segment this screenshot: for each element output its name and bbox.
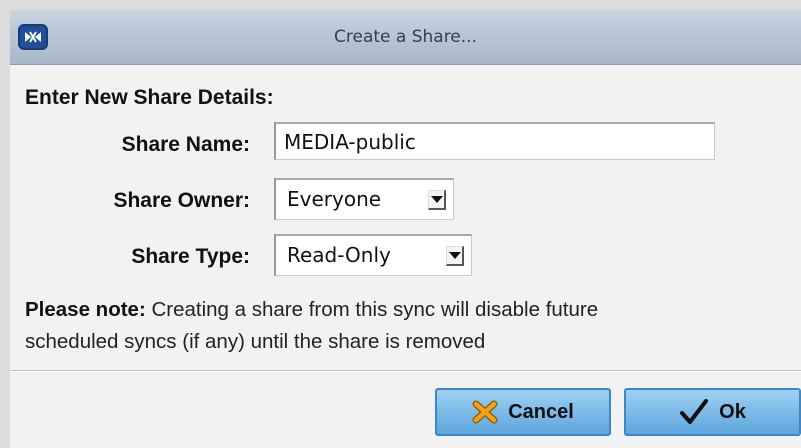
share-type-label: Share Type:: [131, 245, 250, 268]
x-cross-icon: [472, 400, 498, 424]
share-owner-label: Share Owner:: [113, 189, 250, 212]
share-type-select[interactable]: Read-Only: [274, 234, 472, 276]
note-line1: Creating a share from this sync will dis…: [145, 298, 599, 321]
divider: [10, 370, 801, 372]
share-name-input[interactable]: [274, 122, 715, 160]
chevron-down-icon[interactable]: [428, 190, 446, 210]
chevron-down-icon[interactable]: [446, 246, 464, 266]
form-heading: Enter New Share Details:: [25, 86, 274, 109]
note-line2: scheduled syncs (if any) until the share…: [25, 330, 486, 353]
ok-label: Ok: [719, 400, 746, 423]
share-name-label: Share Name:: [121, 133, 250, 156]
note-text: Please note: Creating a share from this …: [25, 294, 801, 358]
cancel-label: Cancel: [508, 400, 574, 423]
share-owner-select[interactable]: Everyone: [274, 178, 454, 220]
window-title: Create a Share...: [334, 27, 477, 47]
cancel-button[interactable]: Cancel: [435, 388, 611, 436]
share-owner-value: Everyone: [287, 187, 382, 211]
create-share-dialog: Create a Share... Enter New Share Detail…: [10, 10, 801, 448]
title-bar[interactable]: Create a Share...: [10, 10, 801, 65]
share-type-value: Read-Only: [287, 243, 391, 267]
ok-button[interactable]: Ok: [624, 388, 801, 436]
note-bold: Please note:: [25, 298, 146, 321]
checkmark-icon: [679, 398, 709, 426]
